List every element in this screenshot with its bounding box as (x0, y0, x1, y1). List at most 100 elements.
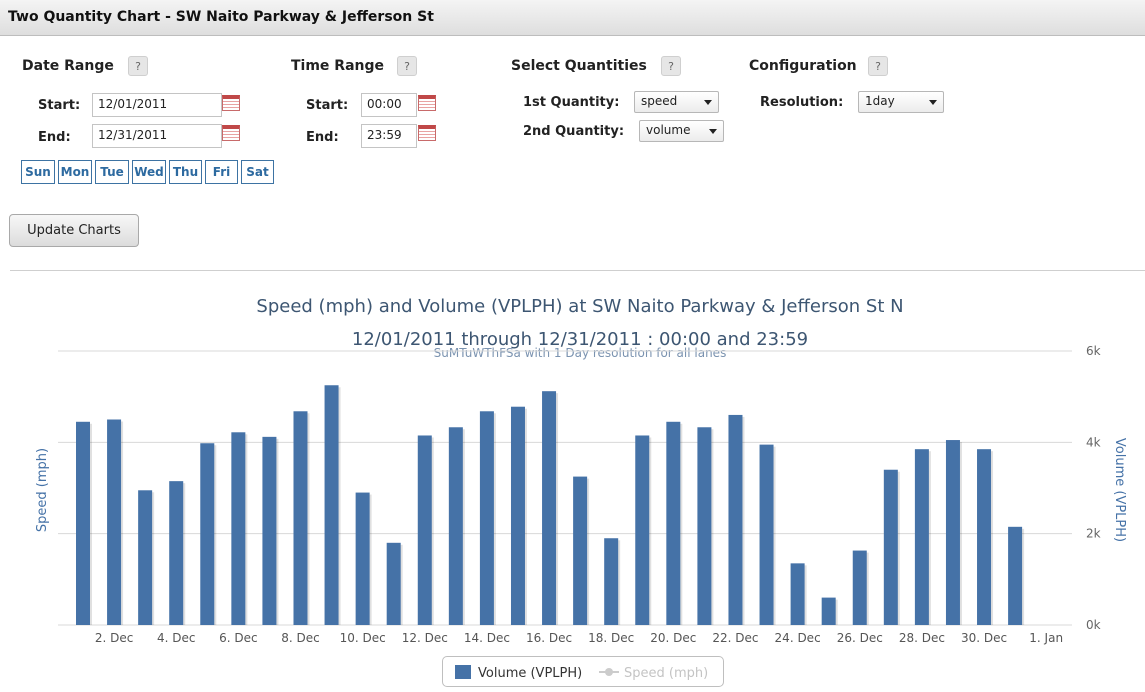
time-end-picker-icon[interactable] (418, 125, 436, 141)
time-start-input[interactable]: 00:00 (361, 93, 417, 117)
configuration-heading: Configuration (749, 58, 857, 74)
first-quantity-value: speed (641, 94, 678, 108)
time-end-label: End: (306, 130, 339, 145)
legend-speed-label[interactable]: Speed (mph) (624, 666, 708, 681)
time-range-heading: Time Range (291, 58, 385, 74)
left-axis-label: Speed (mph) (35, 448, 50, 532)
x-tick-label: 28. Dec (899, 631, 945, 645)
volume-bar-10[interactable] (355, 492, 370, 625)
date-range-heading: Date Range (22, 58, 114, 74)
date-range-help-button[interactable]: ? (128, 56, 148, 76)
volume-bar-20[interactable] (666, 421, 681, 625)
y-tick-label: 4k (1086, 435, 1101, 449)
volume-bar-13[interactable] (448, 427, 463, 625)
x-tick-label: 30. Dec (961, 631, 1007, 645)
day-toggle-sun[interactable]: Sun (21, 160, 55, 184)
volume-bar-2[interactable] (107, 419, 122, 626)
volume-bar-27[interactable] (883, 469, 898, 625)
window-titlebar: Two Quantity Chart - SW Naito Parkway & … (0, 0, 1145, 36)
volume-bar-5[interactable] (200, 443, 215, 625)
x-tick-label: 16. Dec (526, 631, 572, 645)
legend-speed-marker (605, 668, 613, 676)
x-tick-label: 24. Dec (775, 631, 821, 645)
time-start-label: Start: (306, 98, 349, 113)
second-quantity-label: 2nd Quantity: (523, 124, 625, 139)
chart-title: Speed (mph) and Volume (VPLPH) at SW Nai… (256, 296, 903, 317)
volume-bar-12[interactable] (417, 435, 432, 625)
y-tick-label: 2k (1086, 527, 1101, 541)
volume-bar-11[interactable] (386, 542, 401, 625)
speed-volume-chart: Speed (mph) and Volume (VPLPH) at SW Nai… (35, 296, 1127, 645)
x-tick-label: 6. Dec (219, 631, 257, 645)
x-tick-label: 2. Dec (95, 631, 133, 645)
volume-bar-31[interactable] (1008, 526, 1023, 625)
volume-bar-9[interactable] (324, 385, 339, 625)
x-tick-label: 4. Dec (157, 631, 195, 645)
day-toggle-tue[interactable]: Tue (95, 160, 129, 184)
chart-legend: Volume (VPLPH) Speed (mph) (442, 656, 724, 687)
day-toggle-fri[interactable]: Fri (205, 160, 238, 184)
volume-bar-25[interactable] (821, 597, 836, 625)
volume-bar-28[interactable] (914, 449, 929, 625)
first-quantity-label: 1st Quantity: (523, 95, 620, 110)
volume-bar-1[interactable] (76, 421, 90, 625)
chart-subtitle-detail: SuMTuWThFSa with 1 Day resolution for al… (434, 346, 727, 360)
volume-bar-24[interactable] (790, 563, 805, 625)
volume-bar-18[interactable] (604, 538, 619, 625)
x-tick-label: 14. Dec (464, 631, 510, 645)
volume-bar-4[interactable] (169, 481, 184, 625)
resolution-value: 1day (865, 94, 895, 108)
volume-bar-7[interactable] (262, 436, 277, 625)
volume-bar-15[interactable] (510, 406, 525, 625)
date-end-calendar-icon[interactable] (222, 125, 240, 141)
x-tick-label: 26. Dec (837, 631, 883, 645)
y-tick-label: 6k (1086, 344, 1101, 358)
volume-bar-6[interactable] (231, 432, 246, 625)
chevron-down-icon (709, 129, 717, 134)
x-tick-label: 18. Dec (588, 631, 634, 645)
x-tick-label: 10. Dec (340, 631, 386, 645)
volume-bar-30[interactable] (977, 449, 992, 625)
volume-bar-22[interactable] (728, 414, 743, 625)
second-quantity-select[interactable]: volume (639, 120, 724, 142)
select-quantities-help-button[interactable]: ? (661, 56, 681, 76)
volume-bar-14[interactable] (479, 411, 494, 625)
right-axis-label: Volume (VPLPH) (1112, 438, 1127, 542)
time-range-help-button[interactable]: ? (397, 56, 417, 76)
date-end-input[interactable]: 12/31/2011 (92, 124, 222, 148)
volume-bar-8[interactable] (293, 411, 308, 625)
time-end-input[interactable]: 23:59 (361, 124, 417, 148)
section-divider (10, 270, 1145, 271)
day-toggle-thu[interactable]: Thu (169, 160, 202, 184)
chevron-down-icon (704, 100, 712, 105)
legend-volume-swatch (455, 665, 471, 679)
volume-bar-3[interactable] (138, 490, 153, 625)
volume-bar-19[interactable] (635, 435, 650, 625)
resolution-select[interactable]: 1day (858, 91, 944, 113)
legend-volume-label[interactable]: Volume (VPLPH) (478, 666, 582, 681)
volume-bar-16[interactable] (542, 391, 557, 625)
configuration-help-button[interactable]: ? (868, 56, 888, 76)
day-toggle-sat[interactable]: Sat (241, 160, 274, 184)
day-toggle-wed[interactable]: Wed (132, 160, 166, 184)
date-start-input[interactable]: 12/01/2011 (92, 93, 222, 117)
volume-bar-17[interactable] (573, 476, 588, 625)
x-tick-label: 22. Dec (712, 631, 758, 645)
date-end-label: End: (38, 130, 71, 145)
date-start-calendar-icon[interactable] (222, 95, 240, 111)
volume-bar-23[interactable] (759, 444, 774, 625)
x-tick-label: 1. Jan (1029, 631, 1063, 645)
y-tick-label: 0k (1086, 618, 1101, 632)
first-quantity-select[interactable]: speed (634, 91, 719, 113)
x-tick-label: 12. Dec (402, 631, 448, 645)
resolution-label: Resolution: (760, 95, 844, 110)
volume-bar-29[interactable] (945, 440, 960, 625)
update-charts-button[interactable]: Update Charts (9, 214, 139, 247)
window-title: Two Quantity Chart - SW Naito Parkway & … (8, 9, 434, 25)
x-tick-label: 20. Dec (650, 631, 696, 645)
time-start-picker-icon[interactable] (418, 95, 436, 111)
volume-bar-26[interactable] (852, 550, 867, 625)
day-toggle-mon[interactable]: Mon (58, 160, 92, 184)
x-tick-label: 8. Dec (281, 631, 319, 645)
volume-bar-21[interactable] (697, 427, 712, 625)
